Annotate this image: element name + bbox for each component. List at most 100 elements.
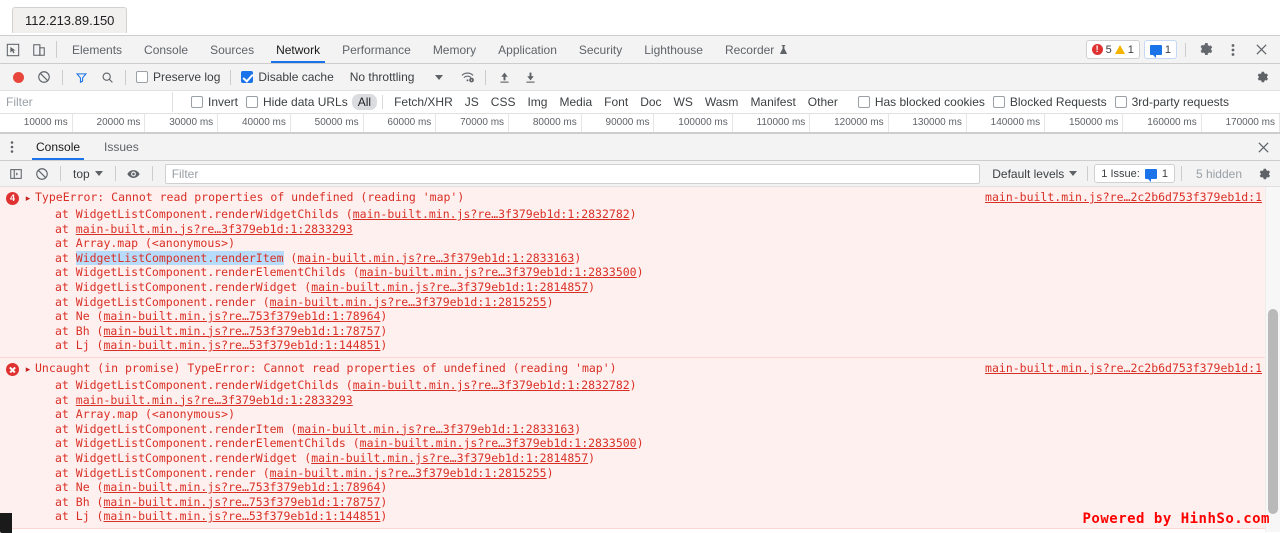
resource-type-ws[interactable]: WS bbox=[668, 94, 699, 110]
error-warning-counter[interactable]: ! 5 1 bbox=[1085, 40, 1140, 59]
stack-frame-link[interactable]: main-built.min.js?re…3f379eb1d:1:2833500 bbox=[360, 265, 637, 279]
console-message-list: main-built.min.js?re…2c2b6d753f379eb1d:1… bbox=[0, 187, 1280, 532]
devtools-tab-performance[interactable]: Performance bbox=[331, 36, 422, 63]
live-expression-icon[interactable] bbox=[122, 164, 146, 184]
stack-frame-link[interactable]: main-built.min.js?re…3f379eb1d:1:2815255 bbox=[270, 295, 547, 309]
devtools-tab-sources[interactable]: Sources bbox=[199, 36, 265, 63]
export-har-icon[interactable] bbox=[518, 67, 542, 87]
resource-type-font[interactable]: Font bbox=[598, 94, 634, 110]
stack-frame-tail: ) bbox=[380, 494, 388, 509]
resource-type-media[interactable]: Media bbox=[553, 94, 598, 110]
stack-frame-text: at WidgetListComponent.renderElementChil… bbox=[55, 436, 360, 451]
stack-frame-link[interactable]: main-built.min.js?re…753f379eb1d:1:78964 bbox=[103, 480, 380, 494]
browser-tab[interactable]: 112.213.89.150 bbox=[12, 7, 128, 33]
third-party-requests-checkbox[interactable]: 3rd-party requests bbox=[1111, 95, 1233, 109]
stack-frame-link[interactable]: main-built.min.js?re…753f379eb1d:1:78757 bbox=[103, 495, 380, 509]
device-toolbar-icon[interactable] bbox=[26, 36, 52, 63]
resource-type-img[interactable]: Img bbox=[521, 94, 553, 110]
console-prompt[interactable]: ❯ bbox=[0, 529, 1280, 533]
stack-frame-link[interactable]: main-built.min.js?re…3f379eb1d:1:2814857 bbox=[311, 280, 588, 294]
stack-frame-link[interactable]: main-built.min.js?re…53f379eb1d:1:144851 bbox=[103, 338, 380, 352]
stack-frame-link[interactable]: main-built.min.js?re…3f379eb1d:1:2833163 bbox=[297, 422, 574, 436]
has-blocked-cookies-checkbox[interactable]: Has blocked cookies bbox=[854, 95, 989, 109]
stack-frame-link[interactable]: main-built.min.js?re…3f379eb1d:1:2833500 bbox=[360, 436, 637, 450]
close-icon[interactable] bbox=[1248, 43, 1274, 56]
stack-frame-tail: ) bbox=[629, 377, 637, 392]
drawer-tab-issues[interactable]: Issues bbox=[92, 134, 151, 160]
kebab-menu-icon[interactable] bbox=[1220, 43, 1246, 57]
devtools-tab-console[interactable]: Console bbox=[133, 36, 199, 63]
gear-icon[interactable] bbox=[1192, 42, 1218, 57]
expand-arrow-icon[interactable]: ▸ bbox=[21, 361, 35, 378]
resource-type-css[interactable]: CSS bbox=[485, 94, 522, 110]
devtools-tab-bar: Elements Console Sources Network Perform… bbox=[0, 35, 1280, 64]
stack-frame: at Lj (main-built.min.js?re…53f379eb1d:1… bbox=[55, 338, 1280, 353]
stack-frame-link[interactable]: main-built.min.js?re…3f379eb1d:1:2833293 bbox=[76, 393, 353, 407]
hide-data-urls-checkbox[interactable]: Hide data URLs bbox=[242, 95, 352, 109]
blocked-requests-checkbox[interactable]: Blocked Requests bbox=[989, 95, 1111, 109]
devtools-tab-elements[interactable]: Elements bbox=[61, 36, 133, 63]
clear-icon[interactable] bbox=[32, 67, 56, 87]
chevron-down-icon bbox=[1069, 171, 1078, 176]
resource-type-js[interactable]: JS bbox=[459, 94, 485, 110]
devtools-tab-memory[interactable]: Memory bbox=[422, 36, 487, 63]
import-har-icon[interactable] bbox=[492, 67, 516, 87]
network-settings-gear-icon[interactable] bbox=[1250, 67, 1274, 87]
drawer-tab-console[interactable]: Console bbox=[24, 134, 92, 160]
drawer-menu-icon[interactable] bbox=[0, 134, 24, 160]
console-context-label: top bbox=[73, 166, 90, 181]
console-message-error-group[interactable]: main-built.min.js?re…2c2b6d753f379eb1d:1… bbox=[0, 187, 1280, 358]
stack-frame-link[interactable]: main-built.min.js?re…3f379eb1d:1:2833293 bbox=[76, 222, 353, 236]
devtools-tab-application[interactable]: Application bbox=[487, 36, 568, 63]
funnel-icon[interactable] bbox=[69, 67, 93, 87]
stack-frame-link[interactable]: main-built.min.js?re…3f379eb1d:1:2814857 bbox=[311, 451, 588, 465]
resource-type-all[interactable]: All bbox=[351, 94, 378, 110]
console-scrollbar[interactable] bbox=[1265, 187, 1280, 532]
stack-frame-link[interactable]: main-built.min.js?re…753f379eb1d:1:78757 bbox=[103, 324, 380, 338]
resource-type-manifest[interactable]: Manifest bbox=[744, 94, 801, 110]
stack-frame-link[interactable]: main-built.min.js?re…3f379eb1d:1:2832782 bbox=[353, 207, 630, 221]
console-message-error-group[interactable]: main-built.min.js?re…2c2b6d753f379eb1d:1… bbox=[0, 357, 1280, 529]
drawer-close-icon[interactable] bbox=[1257, 134, 1280, 160]
console-settings-gear-icon[interactable] bbox=[1252, 164, 1276, 184]
devtools-tab-security[interactable]: Security bbox=[568, 36, 633, 63]
console-filter-input[interactable] bbox=[164, 163, 981, 184]
devtools-tab-lighthouse[interactable]: Lighthouse bbox=[633, 36, 714, 63]
stack-frame-link[interactable]: main-built.min.js?re…753f379eb1d:1:78964 bbox=[103, 309, 380, 323]
disable-cache-checkbox[interactable]: Disable cache bbox=[237, 70, 337, 84]
resource-type-doc[interactable]: Doc bbox=[634, 94, 667, 110]
stack-frame-text: at Ne ( bbox=[55, 309, 104, 324]
devtools-tab-recorder[interactable]: Recorder bbox=[714, 36, 799, 63]
search-icon[interactable] bbox=[95, 67, 119, 87]
console-log-levels-dropdown[interactable]: Default levels bbox=[988, 167, 1081, 181]
throttling-dropdown[interactable]: No throttling bbox=[340, 70, 448, 84]
resource-type-fetch-xhr[interactable]: Fetch/XHR bbox=[388, 94, 459, 110]
invert-checkbox[interactable]: Invert bbox=[187, 95, 242, 109]
resource-type-wasm[interactable]: Wasm bbox=[699, 94, 745, 110]
expand-arrow-icon[interactable]: ▸ bbox=[21, 190, 35, 207]
clear-console-icon[interactable] bbox=[30, 164, 54, 184]
message-counter[interactable]: 1 bbox=[1143, 40, 1177, 59]
stack-frame-text: at WidgetListComponent.renderWidgetChild… bbox=[55, 207, 353, 221]
console-context-selector[interactable]: top bbox=[67, 167, 109, 181]
record-button-icon[interactable] bbox=[6, 67, 30, 87]
preserve-log-checkbox[interactable]: Preserve log bbox=[132, 70, 224, 84]
ruler-tick: 80000 ms bbox=[509, 114, 582, 132]
stack-frame-link[interactable]: main-built.min.js?re…53f379eb1d:1:144851 bbox=[103, 509, 380, 523]
toolbar-divider bbox=[56, 41, 57, 58]
console-issues-button[interactable]: 1 Issue: 1 bbox=[1094, 164, 1175, 183]
stack-frame-text: at WidgetListComponent.renderWidgetChild… bbox=[55, 377, 353, 392]
scrollbar-thumb[interactable] bbox=[1268, 309, 1278, 514]
invert-label: Invert bbox=[208, 95, 239, 109]
inspect-cursor-icon[interactable] bbox=[0, 36, 26, 63]
stack-frame-tail: ) bbox=[636, 436, 644, 451]
resource-type-other[interactable]: Other bbox=[802, 94, 844, 110]
network-filter-input[interactable] bbox=[0, 92, 173, 112]
stack-frame-link[interactable]: main-built.min.js?re…3f379eb1d:1:2815255 bbox=[270, 466, 547, 480]
devtools-tab-network[interactable]: Network bbox=[265, 36, 331, 63]
stack-frame-link[interactable]: main-built.min.js?re…3f379eb1d:1:2833163 bbox=[297, 251, 574, 265]
ruler-tick: 130000 ms bbox=[889, 114, 967, 132]
network-conditions-icon[interactable] bbox=[455, 67, 479, 87]
console-sidebar-icon[interactable] bbox=[4, 164, 28, 184]
stack-frame-link[interactable]: main-built.min.js?re…3f379eb1d:1:2832782 bbox=[353, 378, 630, 392]
